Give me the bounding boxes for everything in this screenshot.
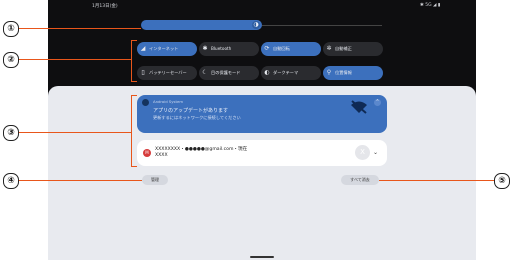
callout-5-line xyxy=(379,180,494,181)
brightness-auto-icon: ✲ xyxy=(326,45,332,52)
callout-1: ① xyxy=(3,21,19,37)
notification-text: 更新するにはネットワークに接続してください xyxy=(153,115,241,120)
android-system-icon xyxy=(142,99,149,106)
tile-bluetooth[interactable]: ✱ Bluetooth xyxy=(199,42,259,56)
location-icon: ⚲ xyxy=(326,69,332,76)
callout-1-line xyxy=(19,28,141,29)
internet-icon: ◢ xyxy=(140,45,146,52)
update-notification[interactable]: Android System アプリのアップデートがあります 更新するにはネット… xyxy=(137,95,387,133)
expand-icon[interactable]: ⌃ xyxy=(374,99,381,106)
callout-2-line xyxy=(19,59,131,60)
tile-dark-theme[interactable]: ◐ ダークテーマ xyxy=(261,66,321,80)
brightness-track[interactable] xyxy=(262,25,382,26)
dark-theme-icon: ◐ xyxy=(264,69,270,76)
callout-3: ③ xyxy=(3,125,19,141)
manage-button[interactable]: 管理 xyxy=(142,175,168,185)
mail-notification[interactable]: M XXXXXXXX・●●●●●@gmail.com・現在 XXXX X ⌄ xyxy=(137,140,387,166)
chevron-down-icon[interactable]: ⌄ xyxy=(373,149,378,156)
wifi-off-icon xyxy=(351,100,367,114)
mail-text: XXXX xyxy=(155,153,168,158)
navigation-handle[interactable] xyxy=(250,256,274,258)
brightness-icon[interactable]: ◑ xyxy=(252,21,260,29)
battery-icon: ▯ xyxy=(141,69,145,76)
status-time: 1月13日(金) xyxy=(92,4,118,9)
tile-internet[interactable]: ◢ インターネット xyxy=(137,42,197,56)
tile-eye-protection[interactable]: ☾ 目の保護モード xyxy=(199,66,259,80)
moon-icon: ☾ xyxy=(202,69,208,76)
clear-all-button[interactable]: すべて消去 xyxy=(341,175,379,185)
callout-2: ② xyxy=(3,52,19,68)
tile-auto-rotate[interactable]: ⟳ 自動回転 xyxy=(261,42,321,56)
tile-auto-brightness[interactable]: ✲ 自動補正 xyxy=(323,42,383,56)
gmail-icon: M xyxy=(143,149,151,157)
bluetooth-icon: ✱ xyxy=(202,45,208,52)
notification-app-name: Android System xyxy=(153,99,184,104)
system-status-icons: ✱ 5G ◢ ▮ xyxy=(420,3,441,8)
callout-4-line xyxy=(19,180,142,181)
avatar: X xyxy=(355,145,370,160)
brightness-slider[interactable]: ◑ xyxy=(141,20,262,30)
callout-3-bracket xyxy=(131,95,137,167)
tile-location[interactable]: ⚲ 位置情報 xyxy=(323,66,383,80)
mail-sender: XXXXXXXX・●●●●●@gmail.com・現在 xyxy=(155,147,248,152)
callout-5: ⑤ xyxy=(494,173,510,189)
callout-4: ④ xyxy=(3,173,19,189)
callout-2-bracket xyxy=(131,40,137,82)
callout-3-line xyxy=(19,132,131,133)
notification-title: アプリのアップデートがあります xyxy=(153,108,229,114)
rotate-icon: ⟳ xyxy=(264,45,270,52)
status-bar: 1月13日(金) ✱ 5G ◢ ▮ xyxy=(92,3,512,13)
tile-battery-saver[interactable]: ▯ バッテリーセーバー xyxy=(137,66,197,80)
